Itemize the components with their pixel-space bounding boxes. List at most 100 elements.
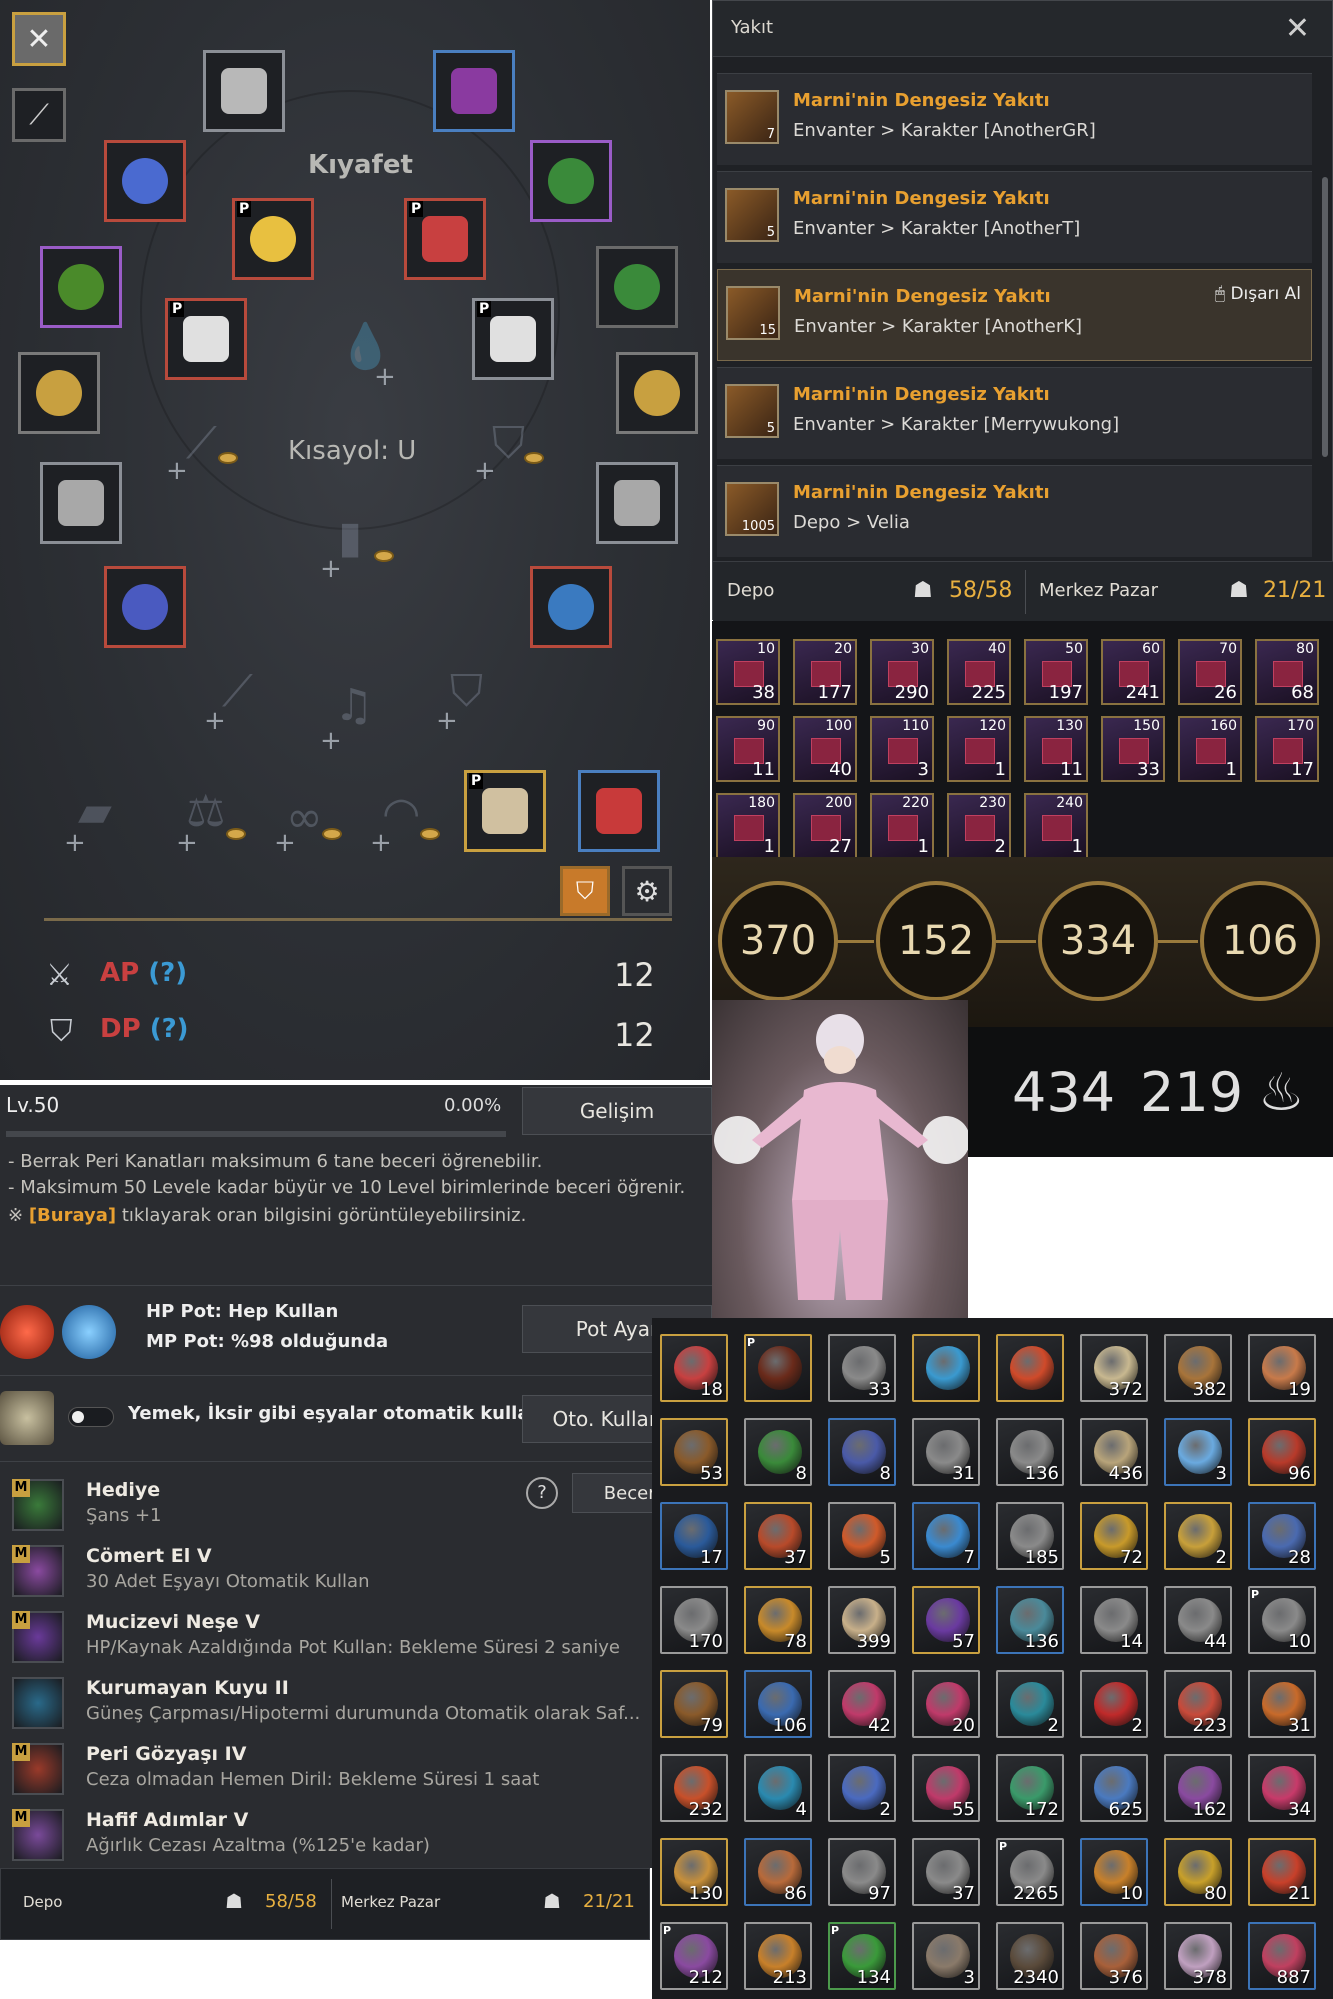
earring-slot-right[interactable]	[530, 566, 612, 648]
skill-book-slot[interactable]: 40 225	[947, 639, 1011, 705]
inventory-slot[interactable]: 34	[1248, 1754, 1316, 1822]
inventory-slot[interactable]: 97	[828, 1838, 896, 1906]
inventory-slot[interactable]: 106	[744, 1670, 812, 1738]
skill-book-slot[interactable]: 100 40	[793, 716, 857, 782]
inventory-slot[interactable]: 55	[912, 1754, 980, 1822]
weapon-tab-icon[interactable]: ✕	[12, 12, 66, 66]
skill-book-slot[interactable]: 130 11	[1024, 716, 1088, 782]
belt-slot-left[interactable]	[18, 352, 100, 434]
belt-slot-right[interactable]	[616, 352, 698, 434]
inventory-slot[interactable]: 80	[1164, 1838, 1232, 1906]
fuel-scrollbar[interactable]	[1322, 177, 1328, 457]
fuel-item[interactable]: 1005 Marni'nin Dengesiz Yakıtı Depo > Veli…	[717, 465, 1312, 557]
ring-slot-right[interactable]	[530, 140, 612, 222]
gloves-slot[interactable]: P	[472, 298, 554, 380]
inventory-slot[interactable]: 136	[996, 1418, 1064, 1486]
inventory-slot[interactable]: 232	[660, 1754, 728, 1822]
armor-slot-left[interactable]	[40, 462, 122, 544]
inventory-slot[interactable]: 399	[828, 1586, 896, 1654]
boots-slot[interactable]: P	[165, 298, 247, 380]
tool-tab-icon[interactable]: ⟋	[12, 88, 66, 142]
inventory-slot[interactable]: 4	[744, 1754, 812, 1822]
inventory-slot[interactable]: 185	[996, 1502, 1064, 1570]
help-button[interactable]: ?	[526, 1477, 558, 1509]
inventory-slot[interactable]: 213	[744, 1922, 812, 1990]
skill-book-slot[interactable]: 70 26	[1178, 639, 1242, 705]
skill-book-slot[interactable]: 150 33	[1101, 716, 1165, 782]
inventory-slot[interactable]: 72	[1080, 1502, 1148, 1570]
inventory-slot[interactable]: 3	[1164, 1418, 1232, 1486]
skill-book-slot[interactable]: 30 290	[870, 639, 934, 705]
inventory-slot[interactable]: 136	[996, 1586, 1064, 1654]
inventory-slot[interactable]: 3	[912, 1922, 980, 1990]
inventory-slot[interactable]: 53	[660, 1418, 728, 1486]
inventory-slot[interactable]: P 10	[1248, 1586, 1316, 1654]
inventory-slot[interactable]: 172	[996, 1754, 1064, 1822]
growth-button[interactable]: Gelişim	[522, 1087, 712, 1135]
inventory-slot[interactable]: 86	[744, 1838, 812, 1906]
inventory-slot[interactable]: 79	[660, 1670, 728, 1738]
skill-book-slot[interactable]: 20 177	[793, 639, 857, 705]
inventory-slot[interactable]: 382	[1164, 1334, 1232, 1402]
skill-book-slot[interactable]: 90 11	[716, 716, 780, 782]
skill-book-slot[interactable]: 220 1	[870, 793, 934, 859]
inventory-slot[interactable]: 28	[1248, 1502, 1316, 1570]
inventory-slot[interactable]: 8	[744, 1418, 812, 1486]
inventory-slot[interactable]: 42	[828, 1670, 896, 1738]
inventory-slot[interactable]: 14	[1080, 1586, 1148, 1654]
earring-slot-left[interactable]	[104, 140, 186, 222]
inventory-slot[interactable]: 19	[1248, 1334, 1316, 1402]
pet-slot[interactable]: P	[464, 770, 546, 852]
inventory-slot[interactable]: 10	[1080, 1838, 1148, 1906]
inventory-slot[interactable]	[912, 1334, 980, 1402]
inventory-slot[interactable]: 44	[1164, 1586, 1232, 1654]
skill-book-slot[interactable]: 240 1	[1024, 793, 1088, 859]
settings-button[interactable]: ⚙	[622, 866, 672, 916]
inventory-slot[interactable]: 2340	[996, 1922, 1064, 1990]
inventory-slot[interactable]: 625	[1080, 1754, 1148, 1822]
inventory-slot[interactable]: 37	[912, 1838, 980, 1906]
chest-slot[interactable]: P	[404, 198, 486, 280]
inventory-slot[interactable]: 2	[828, 1754, 896, 1822]
skill-book-slot[interactable]: 80 68	[1255, 639, 1319, 705]
inventory-slot[interactable]: 2	[1164, 1502, 1232, 1570]
inventory-slot[interactable]: 20	[912, 1670, 980, 1738]
inventory-slot[interactable]: 887	[1248, 1922, 1316, 1990]
inventory-slot[interactable]: 378	[1164, 1922, 1232, 1990]
inventory-slot[interactable]: 162	[1164, 1754, 1232, 1822]
inventory-slot[interactable]: 2	[996, 1670, 1064, 1738]
inventory-slot[interactable]: 223	[1164, 1670, 1232, 1738]
inventory-slot[interactable]: 18	[660, 1334, 728, 1402]
ring-slot-lower[interactable]	[596, 246, 678, 328]
inventory-slot[interactable]: 436	[1080, 1418, 1148, 1486]
inventory-slot[interactable]: 5	[828, 1502, 896, 1570]
inventory-slot[interactable]: 17	[660, 1502, 728, 1570]
inventory-slot[interactable]: P 134	[828, 1922, 896, 1990]
fuel-item[interactable]: 5 Marni'nin Dengesiz Yakıtı Envanter > Kar…	[717, 171, 1312, 263]
inventory-slot[interactable]: 96	[1248, 1418, 1316, 1486]
necklace-slot[interactable]	[40, 246, 122, 328]
fuel-item[interactable]: 15 Marni'nin Dengesiz Yakıtı Envanter > Ka…	[717, 269, 1312, 361]
skill-book-slot[interactable]: 50 197	[1024, 639, 1088, 705]
helmet-slot[interactable]: P	[232, 198, 314, 280]
inventory-slot[interactable]: 7	[912, 1502, 980, 1570]
skill-book-slot[interactable]: 60 241	[1101, 639, 1165, 705]
info-link[interactable]: [Buraya]	[29, 1205, 116, 1226]
inventory-slot[interactable]: 31	[912, 1418, 980, 1486]
weapon-slot[interactable]	[104, 566, 186, 648]
skill-book-slot[interactable]: 200 27	[793, 793, 857, 859]
inventory-slot[interactable]: 21	[1248, 1838, 1316, 1906]
inventory-slot[interactable]: 372	[1080, 1334, 1148, 1402]
inventory-slot[interactable]: 33	[828, 1334, 896, 1402]
skill-book-slot[interactable]: 180 1	[716, 793, 780, 859]
inventory-slot[interactable]: 37	[744, 1502, 812, 1570]
inventory-slot[interactable]: 170	[660, 1586, 728, 1654]
armor-slot-right[interactable]	[596, 462, 678, 544]
armor-slot-top[interactable]	[203, 50, 285, 132]
fuel-item[interactable]: 5 Marni'nin Dengesiz Yakıtı Envanter > Kar…	[717, 367, 1312, 459]
inventory-slot[interactable]	[996, 1334, 1064, 1402]
skill-book-slot[interactable]: 160 1	[1178, 716, 1242, 782]
shield-toggle-button[interactable]: ⛉	[560, 866, 610, 916]
inventory-slot[interactable]: 2	[1080, 1670, 1148, 1738]
inventory-slot[interactable]: P	[744, 1334, 812, 1402]
